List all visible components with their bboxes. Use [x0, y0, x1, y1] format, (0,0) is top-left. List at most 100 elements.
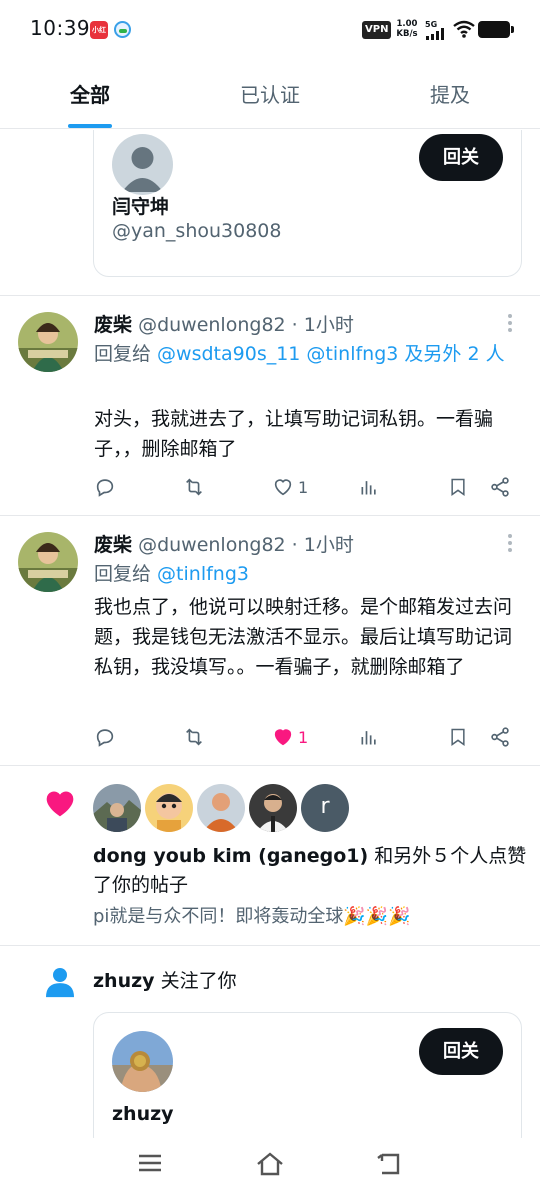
tweet-header: 废柴 @duwenlong82 · 1小时: [94, 310, 354, 337]
avatar-image: [197, 784, 245, 832]
card-name[interactable]: 闫守坤: [112, 192, 169, 219]
reply-prefix: 回复给: [94, 343, 158, 365]
avatar[interactable]: [112, 134, 173, 195]
tweet-header: 废柴 @duwenlong82 · 1小时: [94, 530, 354, 557]
battery-icon: [478, 21, 514, 38]
bookmark-button[interactable]: [448, 472, 468, 502]
default-avatar-icon: [122, 147, 163, 192]
reply-button[interactable]: [94, 472, 116, 502]
notification-action: 关注了你: [154, 970, 237, 992]
reply-prefix: 回复给: [94, 563, 158, 585]
app-notification-icon: [114, 21, 131, 38]
reply-context: 回复给 @tinlfng3: [94, 560, 524, 589]
retweet-icon: [186, 478, 202, 496]
heart-icon: [46, 791, 74, 817]
tweet-text: 对头，我就进去了，让填写助记词私钥。一看骗子，，删除邮箱了: [94, 408, 494, 460]
avatar[interactable]: [197, 784, 245, 832]
home-icon[interactable]: [255, 1152, 285, 1176]
avatar-image: [93, 784, 141, 832]
share-icon: [491, 727, 509, 747]
heart-filled-icon: [274, 729, 292, 746]
card-handle: @yan_shou30808: [112, 220, 282, 242]
retweet-button[interactable]: [182, 472, 206, 502]
reply-button[interactable]: [94, 722, 116, 752]
avatar-image: [18, 312, 78, 372]
tweet-actions: 1: [94, 722, 524, 752]
reply-context: 回复给 @wsdta90s_11 @tinlfng3 及另外 2 人: [94, 340, 524, 369]
retweet-button[interactable]: [182, 722, 206, 752]
actor-name[interactable]: dong youb kim (ganego1): [93, 845, 368, 867]
retweet-icon: [186, 728, 202, 746]
views-icon: [361, 731, 376, 745]
avatar[interactable]: [18, 312, 78, 372]
more-options-icon[interactable]: [508, 314, 514, 335]
share-icon: [491, 477, 509, 497]
reply-mentions[interactable]: @tinlfng3: [157, 563, 249, 585]
tweet[interactable]: 废柴 @duwenlong82 · 1小时 回复给 @wsdta90s_11 @…: [0, 296, 540, 515]
like-notification-text: dong youb kim (ganego1) 和另外５个人点赞了你的帖子: [93, 842, 533, 900]
like-button[interactable]: 1: [272, 472, 308, 502]
follow-notification[interactable]: zhuzy 关注了你 回关 zhuzy: [0, 946, 540, 1138]
notification-tabs: 全部 已认证 提及: [0, 60, 540, 129]
follow-back-button[interactable]: 回关: [419, 134, 503, 181]
user-card[interactable]: 回关 闫守坤 @yan_shou30808: [93, 130, 522, 277]
heart-icon: [274, 479, 292, 496]
actor-name[interactable]: zhuzy: [93, 970, 155, 992]
avatar[interactable]: [249, 784, 297, 832]
tweet[interactable]: 废柴 @duwenlong82 · 1小时 回复给 @tinlfng3 我也点了…: [0, 516, 540, 765]
like-notification[interactable]: r dong youb kim (ganego1) 和另外５个人点赞了你的帖子 …: [0, 766, 540, 944]
avatar-image: [249, 784, 297, 832]
reply-icon: [96, 479, 114, 497]
bookmark-icon: [451, 728, 465, 746]
author-name[interactable]: 废柴: [94, 534, 132, 556]
avatar[interactable]: [93, 784, 141, 832]
share-button[interactable]: [489, 472, 511, 502]
avatar-image: [112, 1031, 173, 1092]
person-icon: [46, 968, 74, 998]
tab-mentions[interactable]: 提及: [360, 60, 540, 129]
avatar[interactable]: [112, 1031, 173, 1092]
notification-feed[interactable]: 回关 闫守坤 @yan_shou30808 废柴 @duwenlong82 · …: [0, 130, 540, 1138]
share-button[interactable]: [489, 722, 511, 752]
author-meta: @duwenlong82 · 1小时: [138, 314, 354, 336]
like-button[interactable]: 1: [272, 722, 308, 752]
bookmark-button[interactable]: [448, 722, 468, 752]
xiaohongshu-icon: 小红书: [90, 21, 108, 52]
vpn-badge: VPN: [362, 21, 392, 39]
avatar[interactable]: [145, 784, 193, 832]
reply-mentions[interactable]: @wsdta90s_11 @tinlfng3 及另外 2 人: [157, 343, 505, 365]
signal-icon: [426, 28, 448, 40]
like-count: 1: [298, 477, 309, 497]
like-count: 1: [298, 727, 309, 747]
tab-indicator: [68, 124, 112, 128]
bookmark-icon: [451, 478, 465, 496]
menu-icon[interactable]: [137, 1152, 163, 1174]
speed-value: 1.00: [396, 19, 418, 29]
wifi-icon: [453, 20, 475, 38]
author-name[interactable]: 废柴: [94, 314, 132, 336]
liked-post-text[interactable]: pi就是与众不同！即将轰动全球🎉🎉🎉: [93, 902, 533, 928]
views-button[interactable]: [359, 722, 379, 752]
status-time: 10:39: [30, 16, 91, 40]
user-card[interactable]: 回关 zhuzy: [93, 1012, 522, 1138]
system-nav-bar: [0, 1138, 540, 1200]
back-icon[interactable]: [376, 1152, 404, 1176]
card-name[interactable]: zhuzy: [112, 1103, 174, 1125]
tweet-actions: 1: [94, 472, 524, 502]
avatar-image: [145, 784, 193, 832]
views-icon: [361, 481, 376, 495]
more-options-icon[interactable]: [508, 534, 514, 555]
avatar-image: [18, 532, 78, 592]
reply-icon: [96, 729, 114, 747]
network-speed: 1.00 KB/s: [394, 19, 420, 39]
status-bar: 10:39 小红书 VPN 1.00 KB/s 5G: [0, 0, 540, 60]
follow-back-button[interactable]: 回关: [419, 1028, 503, 1075]
avatar[interactable]: r: [301, 784, 349, 832]
views-button[interactable]: [359, 472, 379, 502]
tweet-text: 我也点了，他说可以映射迁移。是个邮箱发过去问题，我是钱包无法激活不显示。最后让填…: [94, 596, 513, 678]
tab-verified[interactable]: 已认证: [180, 60, 360, 129]
follow-notification-text: zhuzy 关注了你: [93, 966, 237, 993]
tab-all[interactable]: 全部: [0, 60, 180, 129]
avatar[interactable]: [18, 532, 78, 592]
author-meta: @duwenlong82 · 1小时: [138, 534, 354, 556]
